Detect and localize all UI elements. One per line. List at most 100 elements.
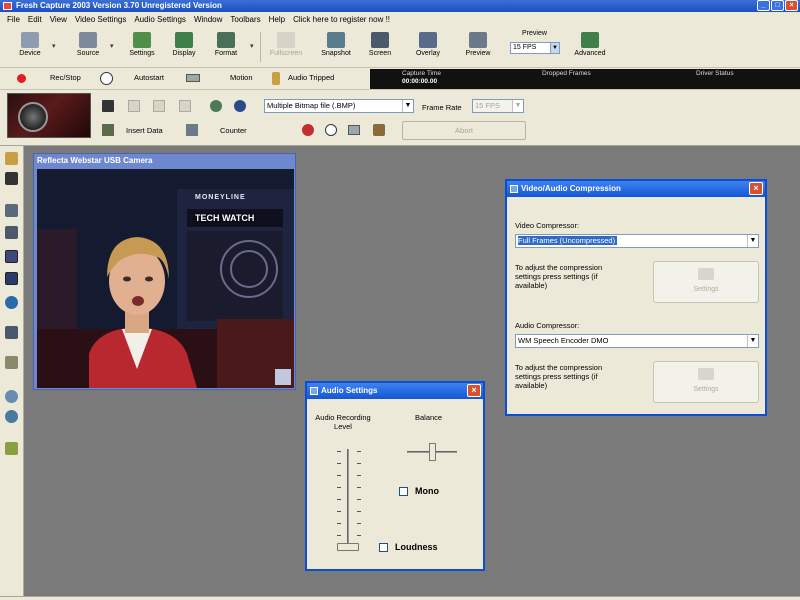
counter-button[interactable]: Counter — [220, 126, 247, 135]
preview-button[interactable]: Preview — [460, 30, 496, 66]
display-button[interactable]: Display — [166, 30, 202, 66]
motion-icon[interactable] — [186, 74, 200, 82]
overlay-moneyline: MONEYLINE — [195, 194, 246, 201]
network-icon[interactable] — [234, 100, 246, 112]
format-button[interactable]: Format — [208, 30, 244, 66]
driver-status-header: Driver Status — [696, 70, 734, 77]
format-icon — [217, 32, 235, 48]
device-button[interactable]: Device — [12, 30, 48, 66]
menu-file[interactable]: File — [3, 15, 24, 24]
advanced-button[interactable]: Advanced — [572, 30, 608, 66]
close-icon[interactable]: × — [749, 182, 763, 195]
main-toolbar: Device ▾ Source ▾ Settings Display Forma… — [0, 26, 800, 68]
clock-icon[interactable] — [100, 72, 113, 85]
audio-settings-dialog: Audio Settings × Audio Recording Level B… — [305, 381, 485, 571]
capture-icon[interactable] — [5, 204, 18, 217]
insert-data-button[interactable]: Insert Data — [126, 126, 163, 135]
refresh-icon[interactable] — [5, 390, 18, 403]
globe-icon[interactable] — [210, 100, 222, 112]
maximize-button[interactable]: □ — [771, 0, 784, 11]
audio-tripped-button[interactable]: Audio Tripped — [288, 73, 334, 82]
counter-icon[interactable] — [186, 124, 198, 136]
device-dropdown-arrow[interactable]: ▾ — [52, 42, 56, 50]
autostart-button[interactable]: Autostart — [134, 73, 164, 82]
capture-status-panel: Capture Time 00:00:00.00 Dropped Frames … — [370, 69, 800, 89]
menu-view[interactable]: View — [46, 15, 71, 24]
timer-icon[interactable] — [325, 124, 337, 136]
format-dropdown-arrow[interactable]: ▾ — [250, 42, 254, 50]
menu-toolbars[interactable]: Toolbars — [226, 15, 264, 24]
minimize-button[interactable]: _ — [757, 0, 770, 11]
video-preview-window[interactable]: Reflecta Webstar USB Camera MONEYLINE TE… — [33, 153, 296, 390]
dropped-frames-header: Dropped Frames — [542, 70, 591, 77]
source-dropdown-arrow[interactable]: ▾ — [110, 42, 114, 50]
open-folder-icon[interactable] — [5, 152, 18, 165]
lock-icon[interactable] — [5, 356, 18, 369]
save-icon[interactable] — [102, 100, 114, 112]
rec-stop-button[interactable]: Rec/Stop — [50, 73, 81, 82]
menu-window[interactable]: Window — [190, 15, 226, 24]
chevron-down-icon: ▼ — [550, 43, 559, 53]
video-window-icon[interactable] — [5, 250, 18, 263]
dialog-title: Video/Audio Compression — [521, 184, 621, 193]
fullscreen-button[interactable]: Fullscreen — [268, 30, 304, 66]
video-settings-button[interactable]: Settings — [653, 261, 759, 303]
audio-settings-button[interactable]: Settings — [653, 361, 759, 403]
menu-register[interactable]: Click here to register now !! — [289, 15, 394, 24]
preview-fps-select[interactable]: 15 FPS ▼ — [510, 42, 560, 54]
menu-bar: File Edit View Video Settings Audio Sett… — [0, 12, 800, 26]
network-icon[interactable] — [5, 410, 18, 423]
speaker-icon — [310, 387, 318, 395]
overlay-tech-watch: TECH WATCH — [193, 213, 257, 223]
menu-audio-settings[interactable]: Audio Settings — [130, 15, 190, 24]
format-select[interactable]: Multiple Bitmap file (.BMP) ▼ — [264, 99, 414, 113]
video-image — [37, 169, 294, 388]
user-icon[interactable] — [373, 124, 385, 136]
recording-level-thumb[interactable] — [337, 543, 359, 551]
record-icon[interactable] — [17, 74, 26, 83]
settings-button[interactable]: Settings — [124, 30, 160, 66]
capture-toolbar: Rec/Stop Autostart Motion Audio Tripped … — [0, 68, 800, 90]
snapshot-button[interactable]: Snapshot — [318, 30, 354, 66]
menu-help[interactable]: Help — [265, 15, 289, 24]
frame-icon[interactable] — [153, 100, 165, 112]
mono-checkbox[interactable] — [399, 487, 408, 496]
close-button[interactable]: × — [785, 0, 798, 11]
menu-video-settings[interactable]: Video Settings — [71, 15, 130, 24]
globe-icon[interactable] — [5, 296, 18, 309]
motion-button[interactable]: Motion — [230, 73, 253, 82]
close-icon[interactable]: × — [467, 384, 481, 397]
dialog-title-bar: Audio Settings × — [307, 383, 483, 399]
capture-time-header: Capture Time — [402, 70, 442, 77]
monitor-icon[interactable] — [5, 226, 18, 239]
mono-label: Mono — [415, 486, 439, 496]
save-icon[interactable] — [5, 172, 18, 185]
stop-icon[interactable] — [302, 124, 314, 136]
video-compressor-select[interactable]: Full Frames (Uncompressed) ▼ — [515, 234, 759, 248]
preview-fps-label: Preview — [522, 30, 547, 37]
puzzle-icon[interactable] — [5, 442, 18, 455]
overlay-button[interactable]: Overlay — [410, 30, 446, 66]
dialog-title-bar: Video/Audio Compression × — [507, 181, 765, 197]
audio-window-icon[interactable] — [5, 272, 18, 285]
loudness-checkbox[interactable] — [379, 543, 388, 552]
preview-fps-group: Preview 15 FPS ▼ — [508, 30, 562, 60]
left-toolbar — [0, 146, 24, 596]
recording-level-track[interactable] — [347, 449, 349, 549]
pause-icon[interactable] — [128, 100, 140, 112]
video-compression-note: To adjust the compression settings press… — [515, 263, 603, 290]
audio-compressor-select[interactable]: WM Speech Encoder DMO ▼ — [515, 334, 759, 348]
microphone-icon[interactable] — [272, 72, 280, 85]
abort-button[interactable]: Abort — [402, 121, 526, 140]
frame-rate-select[interactable]: 15 FPS ▼ — [472, 99, 524, 113]
insert-data-icon[interactable] — [102, 124, 114, 136]
film-icon[interactable] — [348, 125, 360, 135]
menu-edit[interactable]: Edit — [24, 15, 46, 24]
window-title: Fresh Capture 2003 Version 3.70 Unregist… — [16, 1, 222, 10]
balance-thumb[interactable] — [429, 443, 436, 461]
grid-icon[interactable] — [179, 100, 191, 112]
screen-button[interactable]: Screen — [362, 30, 398, 66]
source-button[interactable]: Source — [70, 30, 106, 66]
download-icon[interactable] — [5, 326, 18, 339]
chevron-down-icon: ▼ — [512, 100, 523, 112]
